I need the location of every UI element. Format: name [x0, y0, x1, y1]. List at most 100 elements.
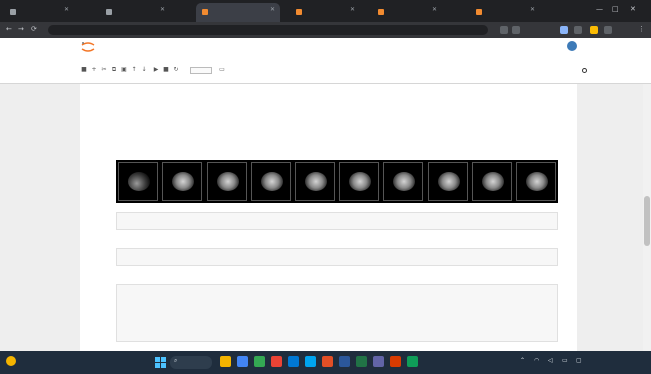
taskbar-app-icon[interactable]	[288, 356, 299, 367]
add-cell-icon[interactable]: +	[90, 66, 98, 74]
browser-menu-icon[interactable]: ⋮	[638, 26, 645, 33]
ct-body-outline	[260, 172, 283, 191]
ct-body-outline	[128, 172, 151, 191]
browser-tab[interactable]: ✕	[372, 3, 442, 22]
tab-favicon-icon	[10, 9, 16, 15]
notebook-title[interactable]	[132, 44, 252, 51]
tab-close-icon[interactable]: ✕	[270, 7, 275, 13]
extension-icon[interactable]	[604, 26, 612, 34]
weather-icon[interactable]	[6, 356, 16, 366]
scrollbar-thumb[interactable]	[644, 196, 650, 246]
taskbar-app-icon[interactable]	[220, 356, 231, 367]
jupyter-logo-icon[interactable]	[80, 41, 96, 53]
taskbar-app-icon[interactable]	[305, 356, 316, 367]
tab-favicon-icon	[476, 9, 482, 15]
code-cell[interactable]	[116, 248, 558, 266]
cell-prompt	[90, 217, 112, 223]
minimize-window-icon[interactable]: —	[596, 6, 603, 13]
windows-taskbar: ⌕ ⌃ ◠ ◁ ▭ ▢	[0, 351, 651, 374]
ct-body-outline	[393, 172, 416, 191]
browser-tab[interactable]: ✕	[470, 3, 540, 22]
kernel-name[interactable]	[555, 68, 579, 74]
address-bar[interactable]	[48, 25, 488, 35]
taskbar-app-icon[interactable]	[407, 356, 418, 367]
save-icon[interactable]: ■	[80, 66, 88, 74]
browser-tab[interactable]: ✕	[290, 3, 360, 22]
forward-arrow-icon[interactable]: →	[18, 26, 24, 33]
tray-chevron-icon[interactable]: ⌃	[520, 358, 525, 364]
extension-icon[interactable]	[590, 26, 598, 34]
tab-favicon-icon	[378, 9, 384, 15]
extension-icon[interactable]	[512, 26, 520, 34]
code-cell[interactable]	[116, 212, 558, 230]
battery-icon[interactable]: ▭	[562, 358, 568, 364]
output-stat-line	[116, 139, 156, 144]
browser-tab[interactable]: ✕	[100, 3, 170, 22]
wifi-icon[interactable]: ◠	[534, 358, 539, 364]
output-stat-line	[116, 111, 216, 116]
taskbar-app-icon[interactable]	[373, 356, 384, 367]
output-heading	[116, 98, 196, 104]
output-stat-line	[116, 125, 156, 130]
weather-temperature	[19, 357, 39, 362]
code-cell[interactable]	[116, 284, 558, 342]
menu-item[interactable]	[166, 55, 175, 61]
taskbar-app-icon[interactable]	[237, 356, 248, 367]
tab-close-icon[interactable]: ✕	[432, 7, 437, 13]
taskbar-app-icon[interactable]	[271, 356, 282, 367]
volume-icon[interactable]: ◁	[548, 358, 553, 364]
menu-item[interactable]	[146, 55, 162, 61]
menu-item[interactable]	[104, 55, 113, 61]
ct-slice-image	[294, 162, 335, 201]
tab-close-icon[interactable]: ✕	[350, 7, 355, 13]
ct-body-outline	[216, 172, 239, 191]
browser-tab[interactable]: ✕	[4, 3, 74, 22]
close-window-icon[interactable]: ✕	[630, 6, 636, 13]
tab-close-icon[interactable]: ✕	[64, 7, 69, 13]
back-arrow-icon[interactable]: ←	[6, 26, 12, 33]
taskbar-date[interactable]	[601, 363, 641, 368]
tab-close-icon[interactable]: ✕	[160, 7, 165, 13]
extension-icon[interactable]	[574, 26, 582, 34]
kernel-status-icon	[582, 68, 587, 73]
profile-icon[interactable]	[560, 26, 568, 34]
tab-title	[115, 9, 155, 15]
menu-item[interactable]	[130, 55, 142, 61]
tab-close-icon[interactable]: ✕	[530, 7, 535, 13]
taskbar-app-icon[interactable]	[356, 356, 367, 367]
paste-icon[interactable]: ▣	[120, 66, 128, 74]
browser-tab-active[interactable]: ✕	[196, 3, 280, 22]
cut-icon[interactable]: ✂	[100, 66, 108, 74]
taskbar-app-icon[interactable]	[322, 356, 333, 367]
cell-type-select[interactable]	[190, 67, 212, 74]
reload-icon[interactable]: ⟳	[31, 26, 37, 33]
ct-slice-image	[162, 162, 203, 201]
python-logo-icon	[567, 41, 577, 51]
taskbar-search-box[interactable]: ⌕	[170, 356, 212, 369]
trusted-indicator[interactable]	[557, 55, 579, 61]
menu-item[interactable]	[117, 55, 126, 61]
notebook-scroll-area[interactable]	[0, 84, 651, 351]
taskbar-app-icon[interactable]	[390, 356, 401, 367]
extension-icon[interactable]	[500, 26, 508, 34]
stop-icon[interactable]: ■	[162, 66, 170, 74]
move-down-icon[interactable]: ↓	[140, 66, 148, 74]
menu-item[interactable]	[80, 55, 88, 61]
maximize-window-icon[interactable]: □	[612, 6, 619, 13]
restart-icon[interactable]: ↻	[172, 66, 180, 74]
windows-start-icon[interactable]	[155, 357, 166, 368]
output-stat-line	[116, 118, 156, 123]
taskbar-app-icon[interactable]	[254, 356, 265, 367]
run-icon[interactable]: ▶	[152, 66, 160, 74]
command-palette-icon[interactable]: ▭	[218, 66, 226, 74]
language-icon[interactable]: ▢	[576, 358, 582, 364]
copy-icon[interactable]: ⧉	[110, 66, 118, 74]
move-up-icon[interactable]: ↑	[130, 66, 138, 74]
tab-title	[305, 9, 345, 15]
taskbar-clock[interactable]	[601, 356, 641, 361]
taskbar-app-icon[interactable]	[339, 356, 350, 367]
jupyter-header: ■ + ✂ ⧉ ▣ ↑ ↓ ▶ ■ ↻ ▭	[0, 38, 651, 84]
menu-item[interactable]	[92, 55, 100, 61]
